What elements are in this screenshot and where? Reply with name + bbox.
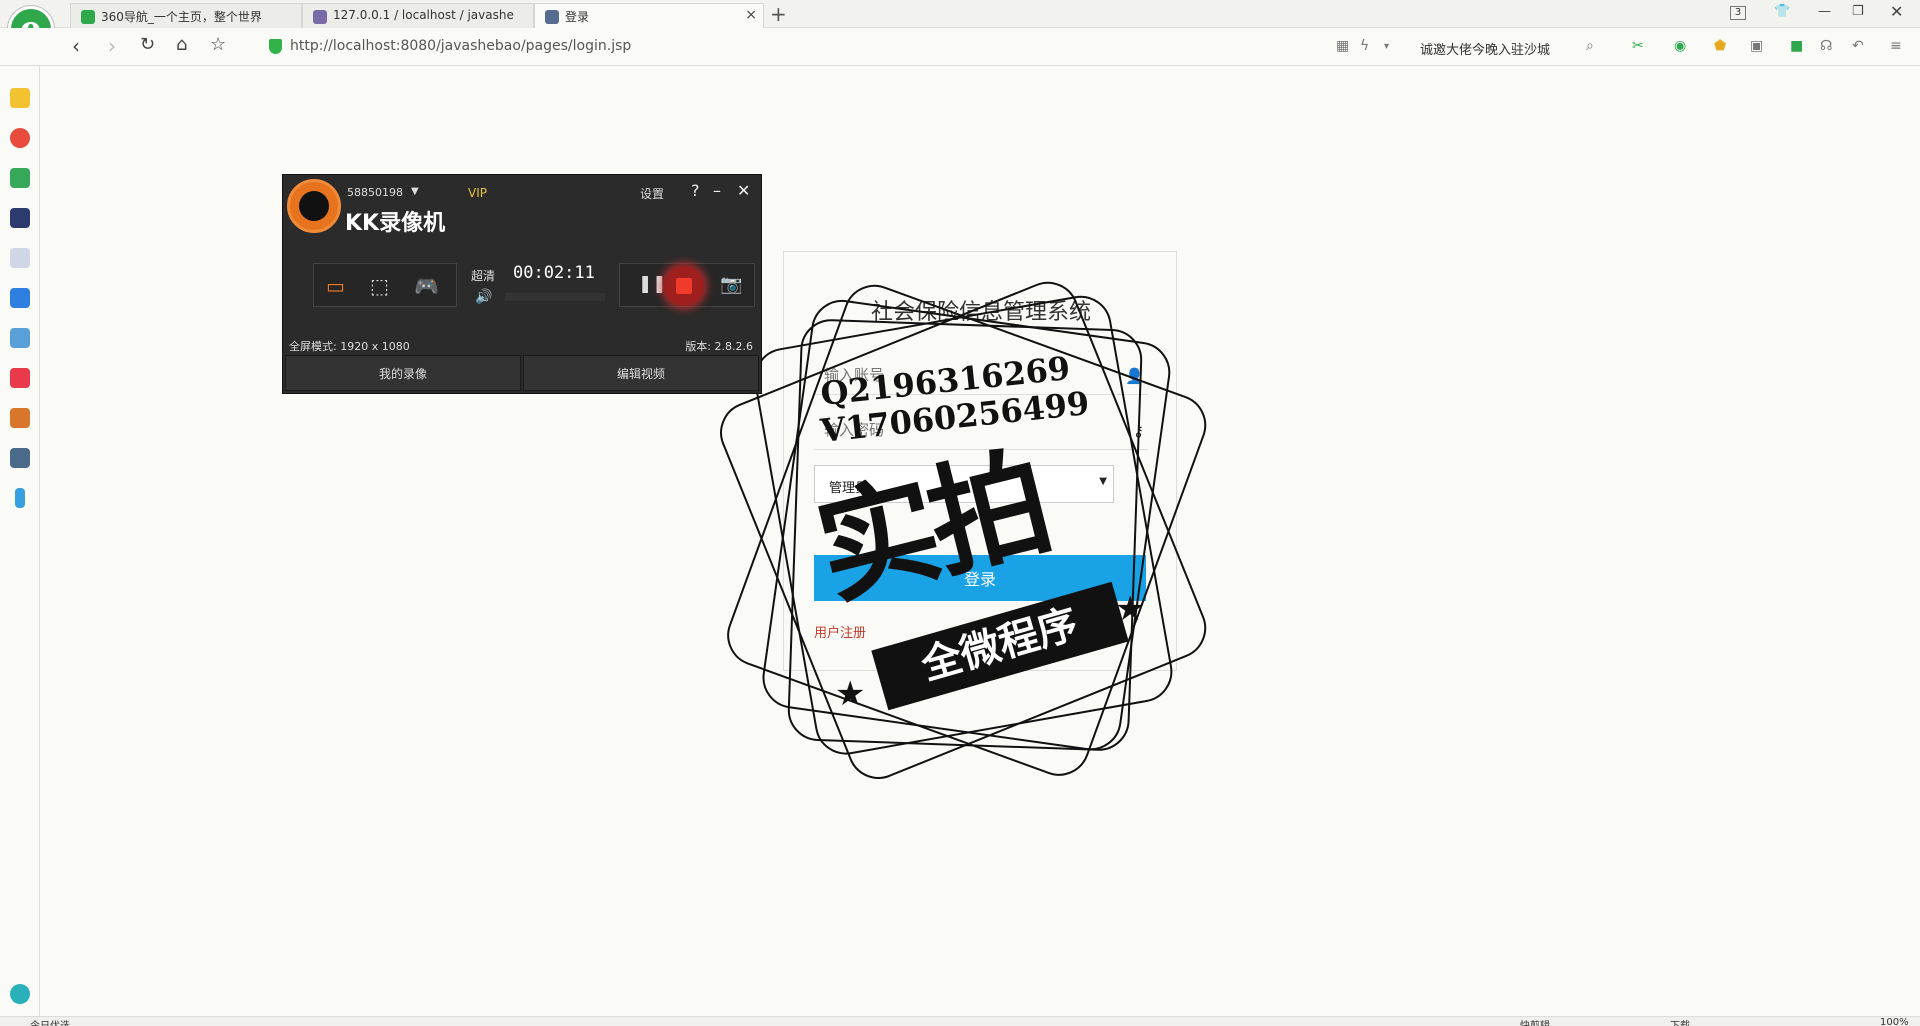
kk-recorder-window[interactable]: 58850198 ▼ VIP KK录像机 设置 ? – ✕ ▭ ⬚ 🎮 超清 🔊… [282, 174, 762, 394]
menu-icon[interactable]: ≡ [1890, 38, 1902, 54]
restore-icon[interactable]: ❐ [1852, 4, 1864, 19]
tab-count-badge[interactable]: 3 [1730, 6, 1746, 20]
camera-icon[interactable]: 📷 [720, 274, 742, 295]
zoom-level[interactable]: 100% [1880, 1017, 1909, 1026]
weibo-icon[interactable] [10, 128, 30, 148]
chevron-down-icon[interactable]: ▾ [1384, 41, 1389, 52]
user-icon: 👤 [1125, 367, 1144, 385]
game2-icon[interactable] [10, 408, 30, 428]
volume-slider[interactable] [505, 293, 605, 301]
game-icon[interactable] [10, 328, 30, 348]
tab-label: 360导航_一个主页，整个世界 [101, 10, 262, 24]
tab-label: 登录 [565, 10, 590, 24]
my-recordings-button[interactable]: 我的录像 [285, 355, 521, 391]
kk-vip-badge: VIP [468, 186, 487, 200]
key-icon: ⚷ [1133, 422, 1144, 440]
page-title: 社会保险信息管理系统 [870, 300, 1091, 325]
shirt-icon[interactable]: 👕 [1774, 4, 1790, 19]
kk-timer: 00:02:11 [513, 263, 595, 283]
minimize-icon[interactable]: – [713, 181, 721, 200]
headphones-icon[interactable]: ☊ [1820, 38, 1832, 54]
toolbar: ‹ › ↻ ⌂ ☆ http://localhost:8080/javasheb… [0, 28, 1920, 66]
news-icon[interactable] [10, 208, 30, 228]
kk-title: KK录像机 [345, 211, 446, 236]
account-input[interactable] [814, 357, 1104, 393]
new-tab-button[interactable]: + [770, 2, 787, 26]
tab-360-nav[interactable]: 360导航_一个主页，整个世界 [70, 3, 302, 28]
phpmyadmin-icon [313, 10, 327, 24]
favorites-icon[interactable] [10, 88, 30, 108]
chevron-down-icon: ▼ [1099, 476, 1107, 487]
tab-phpmyadmin[interactable]: 127.0.0.1 / localhost / javashe [302, 3, 534, 28]
register-link[interactable]: 用户注册 [814, 622, 866, 641]
translate-icon[interactable]: ◉ [1674, 38, 1686, 54]
star-icon: ★ [835, 674, 865, 714]
account-field[interactable]: 👤 [814, 357, 1148, 395]
edit-video-button[interactable]: 编辑视频 [523, 355, 759, 391]
kk-user-id[interactable]: 58850198 [347, 186, 403, 199]
url-path: :8080/javashebao/pages/login.jsp [395, 38, 632, 54]
close-tab-icon[interactable]: × [745, 7, 757, 23]
kk-version: 版本: 2.8.2.6 [685, 340, 753, 353]
address-bar[interactable]: http://localhost:8080/javashebao/pages/l… [290, 38, 631, 54]
kk-settings-button[interactable]: 设置 [640, 185, 664, 202]
status-item-clip[interactable]: 快剪辑 [1520, 1017, 1550, 1026]
close-icon[interactable]: ✕ [737, 181, 750, 200]
status-left[interactable]: 今日优选 [30, 1017, 70, 1026]
gamepad-icon[interactable]: 🎮 [414, 274, 439, 298]
volume-icon[interactable]: 🔊 [475, 289, 492, 305]
login-button[interactable]: 登录 [814, 555, 1146, 601]
apps-icon[interactable]: ■ [1790, 38, 1803, 54]
url-host: http://localhost [290, 38, 396, 54]
document-icon[interactable] [10, 248, 30, 268]
tab-login[interactable]: 登录 × [534, 3, 764, 28]
kk-avatar [287, 179, 341, 233]
360-icon [81, 10, 95, 24]
mail-icon[interactable] [10, 168, 30, 188]
chevron-down-icon[interactable]: ▼ [411, 186, 419, 197]
reload-icon[interactable]: ↻ [140, 34, 155, 55]
scissors-icon[interactable]: ✂ [1632, 38, 1644, 54]
role-select[interactable]: 管理员 ▼ [814, 465, 1114, 503]
password-input[interactable] [814, 412, 1104, 448]
game3-icon[interactable] [10, 448, 30, 468]
status-bar: 今日优选 快剪辑 下载 100% [0, 1016, 1920, 1026]
search-icon[interactable]: ⌕ [1586, 38, 1594, 54]
kk-mode-group: ▭ ⬚ 🎮 [313, 263, 457, 307]
chat-icon[interactable] [10, 288, 30, 308]
role-value: 管理员 [829, 481, 869, 496]
tab-bar: 360导航_一个主页，整个世界 127.0.0.1 / localhost / … [0, 0, 1920, 28]
password-field[interactable]: ⚷ [814, 412, 1148, 450]
shield-icon[interactable]: ⬟ [1714, 38, 1726, 54]
page-icon [545, 10, 559, 24]
region-mode-icon[interactable]: ⬚ [370, 274, 389, 298]
back-icon[interactable]: ‹ [72, 34, 80, 58]
video-icon[interactable] [10, 368, 30, 388]
login-card: 社会保险信息管理系统 👤 ⚷ 管理员 ▼ 登录 用户注册 [783, 251, 1177, 671]
status-item-download[interactable]: 下载 [1670, 1017, 1690, 1026]
minimize-icon[interactable]: — [1818, 4, 1831, 19]
assistant-icon[interactable] [10, 984, 30, 1004]
stop-record-button[interactable] [664, 266, 704, 306]
fullscreen-mode-icon[interactable]: ▭ [326, 274, 345, 298]
kk-quality[interactable]: 超清 [471, 267, 495, 284]
close-window-icon[interactable]: ✕ [1890, 2, 1903, 21]
kk-mode-text: 全屏模式: 1920 x 1080 [289, 340, 410, 353]
kk-control-group: ❚❚ 📷 [619, 263, 755, 307]
forward-icon[interactable]: › [108, 34, 116, 58]
home-icon[interactable]: ⌂ [176, 34, 187, 55]
qr-icon[interactable]: ▦ [1336, 38, 1349, 54]
secure-shield-icon [269, 39, 282, 54]
tab-label: 127.0.0.1 / localhost / javashe [333, 8, 514, 22]
lightning-icon[interactable]: ϟ [1360, 38, 1369, 54]
p-icon[interactable] [15, 488, 25, 508]
search-input[interactable]: 诚邀大佬今晚入驻沙城 [1420, 39, 1550, 58]
star-icon[interactable]: ☆ [210, 34, 226, 55]
sidebar [0, 66, 40, 1016]
undo-icon[interactable]: ↶ [1852, 38, 1864, 54]
pause-icon[interactable]: ❚❚ [638, 274, 667, 294]
help-icon[interactable]: ? [691, 181, 700, 200]
screenshot-icon[interactable]: ▣ [1750, 38, 1763, 54]
